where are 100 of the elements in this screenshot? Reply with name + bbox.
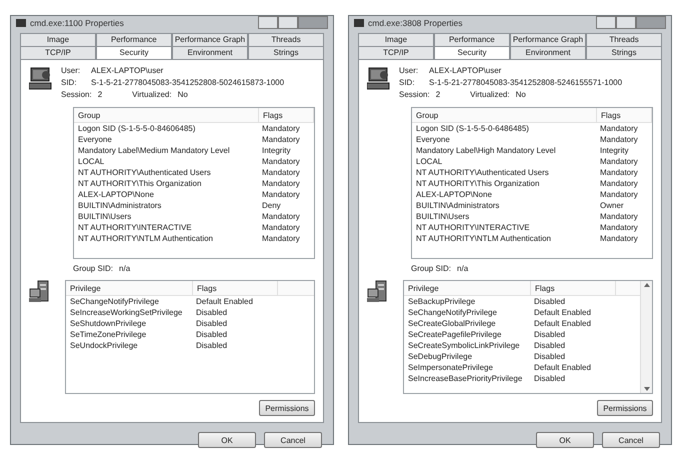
user-label: User:: [61, 66, 82, 75]
group-flags: Deny: [261, 201, 281, 210]
group-flags: Mandatory: [261, 212, 300, 221]
cancel-button[interactable]: Cancel: [602, 432, 660, 448]
column-header[interactable]: Flags: [597, 108, 652, 122]
privilege-flags: Disabled: [195, 330, 228, 339]
tab[interactable]: Image: [20, 33, 96, 46]
tab[interactable]: TCP/IP: [358, 46, 434, 59]
scrollbar[interactable]: [640, 281, 652, 393]
cancel-button[interactable]: Cancel: [264, 432, 322, 448]
tab[interactable]: Performance Graph: [510, 33, 586, 46]
privilege-name: SeCreateGlobalPrivilege: [407, 319, 497, 328]
virtualized-value: No: [178, 90, 188, 99]
session-value: 2: [436, 90, 440, 99]
ok-button[interactable]: OK: [536, 432, 594, 448]
group-name: ALEX-LAPTOP\None: [415, 190, 493, 199]
privilege-name: SeBackupPrivilege: [407, 297, 476, 306]
group-flags: Mandatory: [261, 223, 300, 232]
tab[interactable]: Image: [358, 33, 434, 46]
group-flags: Integrity: [261, 146, 290, 155]
privilege-name: SeShutdownPrivilege: [69, 319, 148, 328]
privilege-flags: Default Enabled: [533, 319, 591, 328]
tab[interactable]: Security: [96, 46, 172, 59]
tab[interactable]: TCP/IP: [20, 46, 96, 59]
privilege-name: SeTimeZonePrivilege: [69, 330, 148, 339]
group-flags: Mandatory: [599, 234, 638, 243]
user-value: ALEX-LAPTOP\user: [429, 66, 502, 75]
column-header[interactable]: Group: [412, 108, 597, 122]
tab[interactable]: Strings: [586, 46, 662, 59]
minimize-button[interactable]: [258, 16, 278, 29]
group-name: ALEX-LAPTOP\None: [77, 190, 155, 199]
group-flags: Mandatory: [261, 190, 300, 199]
window-icon: [16, 18, 26, 26]
group-name: NT AUTHORITY\NTLM Authentication: [415, 234, 552, 243]
group-flags: Mandatory: [599, 179, 638, 188]
tab[interactable]: Environment: [510, 46, 586, 59]
privilege-name: SeCreatePagefilePrivilege: [407, 330, 502, 339]
group-flags: Owner: [599, 201, 624, 210]
group-flags: Mandatory: [599, 223, 638, 232]
group-sid-value: n/a: [457, 264, 468, 273]
privilege-name: SeChangeNotifyPrivilege: [69, 297, 160, 306]
privilege-flags: Disabled: [533, 297, 566, 306]
session-label: Session:: [399, 90, 430, 99]
column-header[interactable]: Flags: [193, 281, 278, 295]
tab[interactable]: Performance: [96, 33, 172, 46]
column-header[interactable]: Privilege: [66, 281, 193, 295]
column-header[interactable]: Flags: [531, 281, 616, 295]
virtualized-label: Virtualized:: [132, 90, 172, 99]
session-value: 2: [98, 90, 102, 99]
group-name: NT AUTHORITY\Authenticated Users: [415, 168, 550, 177]
group-flags: Integrity: [599, 146, 628, 155]
group-name: NT AUTHORITY\INTERACTIVE: [77, 223, 193, 232]
privilege-flags: Disabled: [533, 374, 566, 383]
group-name: Everyone: [77, 135, 113, 144]
group-name: BUILTIN\Administrators: [77, 201, 162, 210]
group-flags: Mandatory: [599, 212, 638, 221]
group-flags: Mandatory: [261, 135, 300, 144]
column-header[interactable]: Privilege: [404, 281, 531, 295]
window-title: cmd.exe:1100 Properties: [30, 18, 125, 28]
column-header[interactable]: Group: [74, 108, 259, 122]
privilege-name: SeChangeNotifyPrivilege: [407, 308, 498, 317]
group-name: BUILTIN\Users: [415, 212, 470, 221]
sid-value: S-1-5-21-2778045083-3541252808-5246155571-1000: [429, 78, 622, 87]
maximize-button[interactable]: [616, 16, 636, 29]
tab[interactable]: Security: [434, 46, 510, 59]
privilege-flags: Disabled: [533, 341, 566, 350]
tab[interactable]: Threads: [248, 33, 324, 46]
privilege-flags: Default Enabled: [195, 297, 253, 306]
permissions-button[interactable]: Permissions: [259, 400, 315, 416]
group-name: LOCAL: [415, 157, 444, 166]
group-flags: Mandatory: [261, 168, 300, 177]
window-title: cmd.exe:3808 Properties: [368, 18, 464, 28]
privilege-name: SeImpersonatePrivilege: [407, 363, 494, 372]
maximize-button[interactable]: [278, 16, 298, 29]
minimize-button[interactable]: [596, 16, 616, 29]
privilege-flags: Default Enabled: [533, 308, 591, 317]
group-flags: Mandatory: [599, 135, 638, 144]
group-sid-label: Group SID:: [73, 264, 114, 273]
group-name: Logon SID (S-1-5-5-0-6486485): [415, 124, 530, 133]
ok-button[interactable]: OK: [198, 432, 256, 448]
virtualized-label: Virtualized:: [470, 90, 510, 99]
group-name: Mandatory Label\High Mandatory Level: [415, 146, 557, 155]
tab[interactable]: Environment: [172, 46, 248, 59]
tab[interactable]: Performance Graph: [172, 33, 248, 46]
scroll-up-icon[interactable]: [642, 281, 650, 289]
permissions-button[interactable]: Permissions: [597, 400, 653, 416]
privilege-flags: Disabled: [533, 330, 566, 339]
privilege-name: SeUndockPrivilege: [69, 341, 139, 350]
privilege-name: SeIncreaseBasePriorityPrivilege: [407, 374, 524, 383]
tab[interactable]: Performance: [434, 33, 510, 46]
group-flags: Mandatory: [261, 234, 300, 243]
group-name: NT AUTHORITY\This Organization: [77, 179, 202, 188]
scroll-down-icon[interactable]: [642, 385, 650, 393]
tab[interactable]: Threads: [586, 33, 662, 46]
privilege-flags: Default Enabled: [533, 363, 591, 372]
group-name: NT AUTHORITY\INTERACTIVE: [415, 223, 531, 232]
column-header[interactable]: Flags: [259, 108, 314, 122]
tab[interactable]: Strings: [248, 46, 324, 59]
privilege-flags: Disabled: [195, 341, 228, 350]
user-label: User:: [399, 66, 420, 75]
